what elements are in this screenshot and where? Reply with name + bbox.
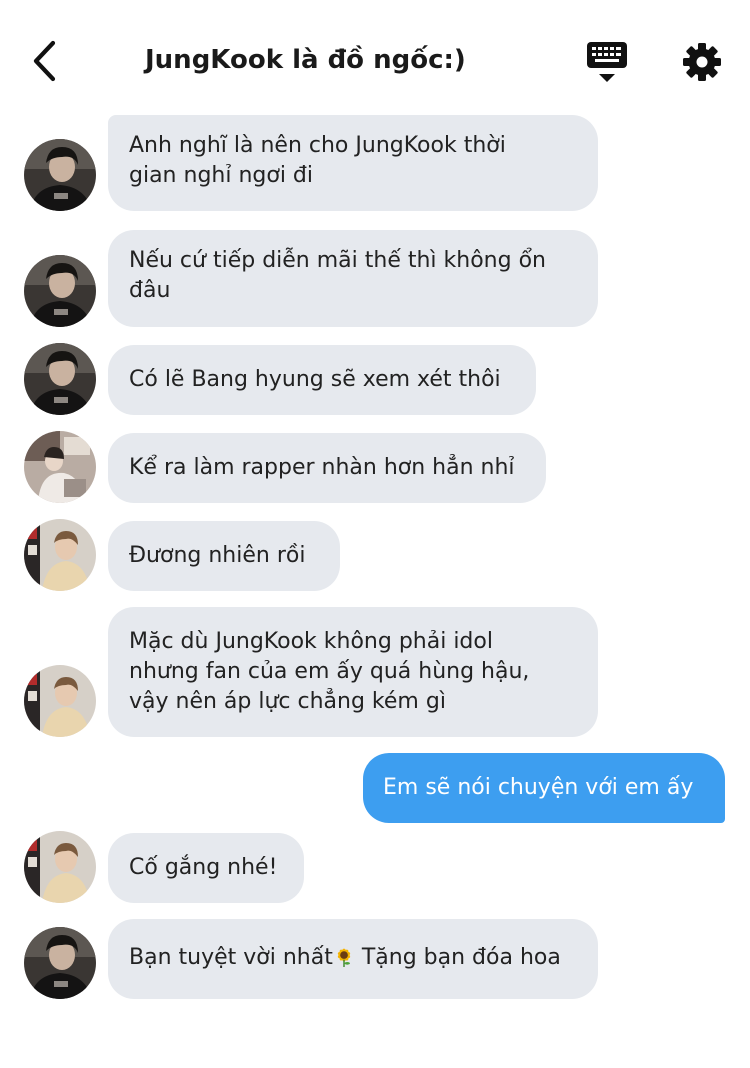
message-bubble[interactable]: Kể ra làm rapper nhàn hơn hẳn nhỉ	[108, 433, 546, 503]
message-text-line: Bạn tuyệt vời nhất Tặng bạn đóa hoa	[129, 943, 576, 973]
message-text-line: gian nghỉ ngơi đi	[129, 163, 314, 188]
message-text-line: Cố gắng nhé!	[129, 855, 278, 880]
message-text-line: Nếu cứ tiếp diễn mãi thế thì không ổn	[129, 248, 546, 273]
message-text-line: vậy nên áp lực chẳng kém gì	[129, 689, 446, 714]
avatar[interactable]	[24, 343, 96, 415]
avatar[interactable]	[24, 665, 96, 737]
message-bubble[interactable]: Đương nhiên rồi	[108, 521, 340, 591]
avatar[interactable]	[24, 831, 96, 903]
message-text-segment: Bạn tuyệt vời nhất	[129, 945, 333, 970]
message-bubble[interactable]: Bạn tuyệt vời nhất Tặng bạn đóa hoa	[108, 919, 598, 999]
message-text-line: đâu	[129, 278, 171, 303]
sent-message-bubble[interactable]: Em sẽ nói chuyện với em ấy	[363, 753, 725, 823]
avatar[interactable]	[24, 519, 96, 591]
avatar[interactable]	[24, 927, 96, 999]
message-bubble[interactable]: Cố gắng nhé!	[108, 833, 304, 903]
message-text-line: Em sẽ nói chuyện với em ấy	[383, 775, 694, 800]
message-bubble[interactable]: Mặc dù JungKook không phải idol nhưng fa…	[108, 607, 598, 737]
avatar[interactable]	[24, 431, 96, 503]
message-text-line: Có lẽ Bang hyung sẽ xem xét thôi	[129, 367, 501, 392]
message-bubble[interactable]: Anh nghĩ là nên cho JungKook thời gian n…	[108, 115, 598, 211]
message-text-segment: Tặng bạn đóa hoa	[354, 945, 561, 970]
message-thread[interactable]: Anh nghĩ là nên cho JungKook thời gian n…	[0, 0, 750, 1068]
message-text-line: Anh nghĩ là nên cho JungKook thời	[129, 133, 506, 158]
sunflower-icon	[337, 948, 351, 967]
avatar[interactable]	[24, 255, 96, 327]
message-text-line: Mặc dù JungKook không phải idol	[129, 629, 493, 654]
message-text-line: Kể ra làm rapper nhàn hơn hẳn nhỉ	[129, 455, 515, 480]
avatar[interactable]	[24, 139, 96, 211]
message-bubble[interactable]: Có lẽ Bang hyung sẽ xem xét thôi	[108, 345, 536, 415]
message-text-line: Đương nhiên rồi	[129, 543, 306, 568]
message-text-line: nhưng fan của em ấy quá hùng hậu,	[129, 659, 530, 684]
message-bubble[interactable]: Nếu cứ tiếp diễn mãi thế thì không ổn đâ…	[108, 230, 598, 327]
